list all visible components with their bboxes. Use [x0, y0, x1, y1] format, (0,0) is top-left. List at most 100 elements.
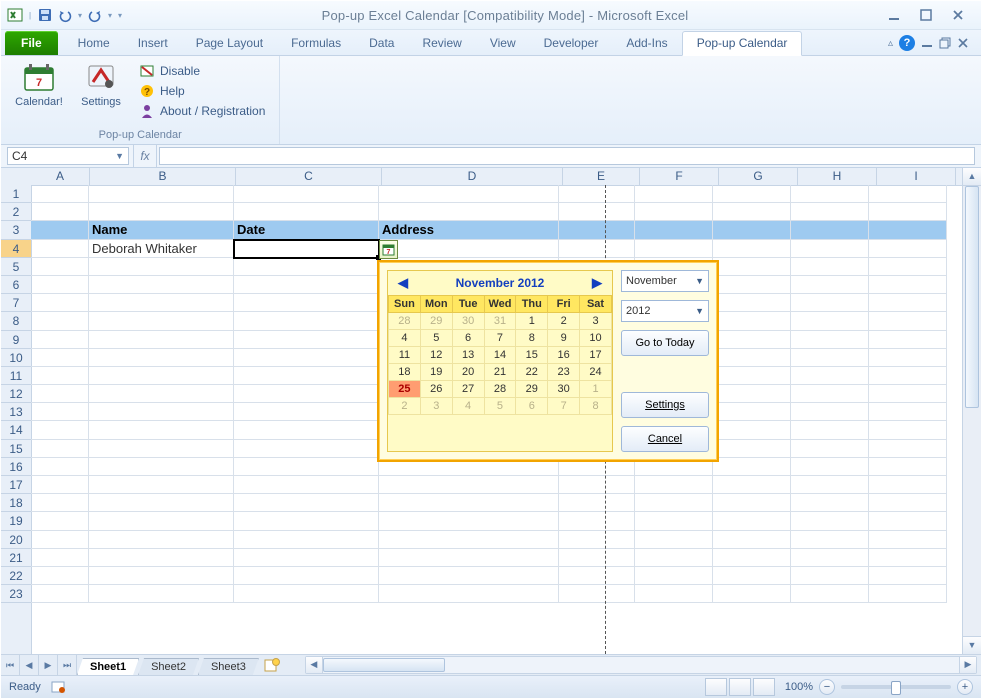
row-header[interactable]: 17	[1, 476, 31, 494]
cell[interactable]	[31, 512, 89, 530]
workbook-restore-icon[interactable]	[939, 37, 951, 49]
scroll-left-icon[interactable]: ◀	[306, 657, 323, 673]
macro-record-icon[interactable]	[51, 680, 67, 694]
cell[interactable]	[869, 185, 947, 203]
cell[interactable]	[635, 185, 713, 203]
calendar-day[interactable]: 26	[420, 381, 452, 398]
cell[interactable]	[635, 567, 713, 585]
cell[interactable]	[234, 567, 379, 585]
cell[interactable]	[89, 494, 234, 512]
cell[interactable]	[713, 440, 791, 458]
cell[interactable]	[234, 403, 379, 421]
calendar-day[interactable]: 3	[420, 398, 452, 415]
cell[interactable]	[791, 549, 869, 567]
cell[interactable]	[869, 403, 947, 421]
disable-button[interactable]: Disable	[135, 62, 269, 80]
cell[interactable]	[31, 531, 89, 549]
cell[interactable]	[234, 458, 379, 476]
calendar-day[interactable]: 30	[452, 313, 484, 330]
row-header[interactable]: 12	[1, 385, 31, 403]
cell[interactable]	[559, 494, 635, 512]
sheet-tab-sheet1[interactable]: Sheet1	[77, 658, 139, 675]
cell[interactable]	[31, 331, 89, 349]
cell[interactable]	[559, 512, 635, 530]
calendar-day[interactable]: 2	[548, 313, 580, 330]
formula-input[interactable]	[159, 147, 975, 165]
column-header[interactable]: E	[563, 168, 640, 185]
next-month-icon[interactable]: ▶	[588, 275, 606, 291]
settings-button[interactable]: Settings	[73, 60, 129, 127]
cell[interactable]	[559, 185, 635, 203]
view-page-layout-icon[interactable]	[729, 678, 751, 696]
workbook-close-icon[interactable]	[957, 37, 969, 49]
row-header[interactable]: 11	[1, 367, 31, 385]
tab-formulas[interactable]: Formulas	[277, 32, 355, 55]
cell[interactable]	[31, 476, 89, 494]
cell[interactable]	[31, 349, 89, 367]
cell[interactable]	[31, 385, 89, 403]
tab-data[interactable]: Data	[355, 32, 408, 55]
calendar-day[interactable]: 10	[580, 330, 612, 347]
cell[interactable]	[379, 185, 559, 203]
calendar-day[interactable]: 28	[389, 313, 421, 330]
calendar-day[interactable]: 17	[580, 347, 612, 364]
go-to-today-button[interactable]: Go to Today	[621, 330, 709, 356]
cell[interactable]	[89, 258, 234, 276]
cell[interactable]	[234, 476, 379, 494]
calendar-day[interactable]: 6	[516, 398, 548, 415]
cell[interactable]	[791, 331, 869, 349]
cell[interactable]	[869, 258, 947, 276]
row-header[interactable]: 10	[1, 349, 31, 367]
cell[interactable]	[89, 476, 234, 494]
cell[interactable]	[31, 567, 89, 585]
cell[interactable]	[379, 512, 559, 530]
prev-month-icon[interactable]: ◀	[394, 275, 412, 291]
calendar-day[interactable]: 12	[420, 347, 452, 364]
cell[interactable]	[234, 440, 379, 458]
cell[interactable]	[713, 331, 791, 349]
column-header[interactable]: D	[382, 168, 563, 185]
cell[interactable]	[31, 403, 89, 421]
cell[interactable]	[559, 476, 635, 494]
cell[interactable]	[791, 203, 869, 221]
cell[interactable]	[791, 185, 869, 203]
calendar-day[interactable]: 7	[484, 330, 516, 347]
cell[interactable]	[713, 585, 791, 603]
cell[interactable]	[713, 203, 791, 221]
calendar-day[interactable]: 28	[484, 381, 516, 398]
cell[interactable]	[713, 276, 791, 294]
row-header[interactable]: 14	[1, 421, 31, 439]
scroll-right-icon[interactable]: ▶	[959, 657, 976, 673]
calendar-day[interactable]: 21	[484, 364, 516, 381]
calendar-day[interactable]: 8	[580, 398, 612, 415]
cell[interactable]	[31, 367, 89, 385]
year-select[interactable]: 2012 ▼	[621, 300, 709, 322]
cell[interactable]	[89, 403, 234, 421]
cell[interactable]: Deborah Whitaker	[89, 240, 234, 258]
tab-developer[interactable]: Developer	[530, 32, 613, 55]
cell[interactable]	[869, 385, 947, 403]
cell[interactable]	[791, 349, 869, 367]
row-header[interactable]: 7	[1, 294, 31, 312]
row-header[interactable]: 18	[1, 494, 31, 512]
cell[interactable]	[791, 312, 869, 330]
sheet-first-icon[interactable]: ⏮	[1, 655, 20, 675]
cell[interactable]	[89, 458, 234, 476]
cell[interactable]	[31, 203, 89, 221]
calendar-day[interactable]: 30	[548, 381, 580, 398]
zoom-out-icon[interactable]: −	[819, 679, 835, 695]
cell[interactable]	[379, 494, 559, 512]
cell[interactable]	[234, 185, 379, 203]
cell[interactable]	[869, 349, 947, 367]
calendar-day[interactable]: 14	[484, 347, 516, 364]
cell[interactable]	[31, 312, 89, 330]
cell[interactable]	[713, 531, 791, 549]
cell[interactable]	[713, 349, 791, 367]
new-sheet-icon[interactable]	[259, 655, 285, 675]
cell[interactable]	[635, 585, 713, 603]
cell[interactable]	[89, 276, 234, 294]
calendar-button[interactable]: 7 Calendar!	[11, 60, 67, 127]
undo-icon[interactable]	[57, 7, 73, 23]
cell[interactable]	[234, 276, 379, 294]
tab-insert[interactable]: Insert	[124, 32, 182, 55]
